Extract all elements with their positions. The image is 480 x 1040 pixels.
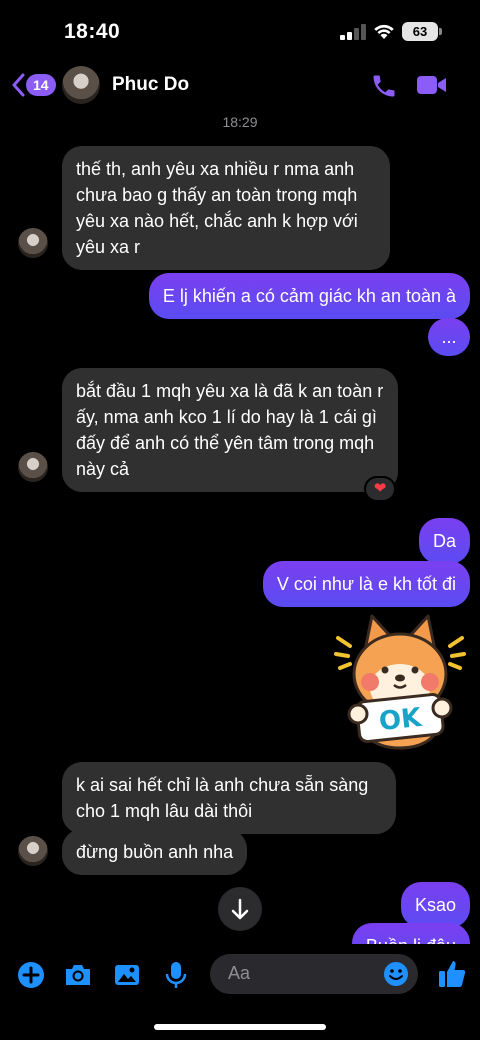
- outgoing-message[interactable]: Ksao: [400, 882, 470, 928]
- sticker-label: OK: [378, 703, 424, 737]
- chat-header: 14 Phuc Do: [0, 60, 480, 112]
- incoming-message[interactable]: thế th, anh yêu xa nhiều r nma anh chưa …: [62, 146, 390, 270]
- outgoing-message[interactable]: ...: [428, 318, 470, 356]
- status-bar: 18:40 63: [0, 0, 480, 60]
- incoming-message[interactable]: k ai sai hết chỉ là anh chưa sẵn sàng ch…: [62, 762, 396, 834]
- contact-avatar-small: [18, 228, 48, 258]
- image-icon[interactable]: [112, 960, 142, 990]
- message-composer: Aa: [0, 944, 480, 1040]
- battery-icon: 63: [402, 22, 442, 41]
- wifi-icon: [374, 24, 394, 39]
- contact-name[interactable]: Phuc Do: [112, 74, 189, 96]
- camera-icon[interactable]: [63, 960, 93, 990]
- incoming-message[interactable]: bắt đầu 1 mqh yêu xa là đã k an toàn r ấ…: [62, 368, 398, 492]
- contact-avatar-small: [18, 836, 48, 866]
- back-chevron-icon: [12, 73, 25, 97]
- outgoing-message[interactable]: E lj khiến a có cảm giác kh an toàn à: [148, 273, 470, 319]
- home-indicator[interactable]: [154, 1024, 326, 1030]
- signal-icon: [340, 24, 366, 40]
- contact-avatar[interactable]: [62, 66, 100, 104]
- emoji-icon[interactable]: [382, 960, 410, 988]
- video-icon[interactable]: [416, 73, 448, 97]
- outgoing-message[interactable]: V coi như là e kh tốt đi: [262, 561, 470, 607]
- thumbs-up-icon[interactable]: [436, 958, 468, 990]
- unread-badge: 14: [26, 74, 56, 96]
- status-time: 18:40: [64, 20, 121, 43]
- message-input[interactable]: Aa: [210, 954, 418, 994]
- message-input-placeholder: Aa: [228, 963, 251, 983]
- message-timestamp: 18:29: [222, 114, 258, 130]
- plus-icon[interactable]: [16, 960, 46, 990]
- outgoing-message[interactable]: Da: [418, 518, 470, 564]
- microphone-icon[interactable]: [161, 960, 191, 990]
- phone-icon[interactable]: [370, 72, 398, 100]
- heart-reaction[interactable]: ❤: [364, 476, 396, 502]
- incoming-message[interactable]: đừng buồn anh nha: [62, 829, 248, 875]
- scroll-to-bottom-button[interactable]: [218, 887, 262, 931]
- shiba-ok-sticker[interactable]: OK: [330, 610, 470, 750]
- chevron-down-icon: [231, 898, 249, 920]
- back-button[interactable]: 14: [12, 70, 56, 100]
- contact-avatar-small: [18, 452, 48, 482]
